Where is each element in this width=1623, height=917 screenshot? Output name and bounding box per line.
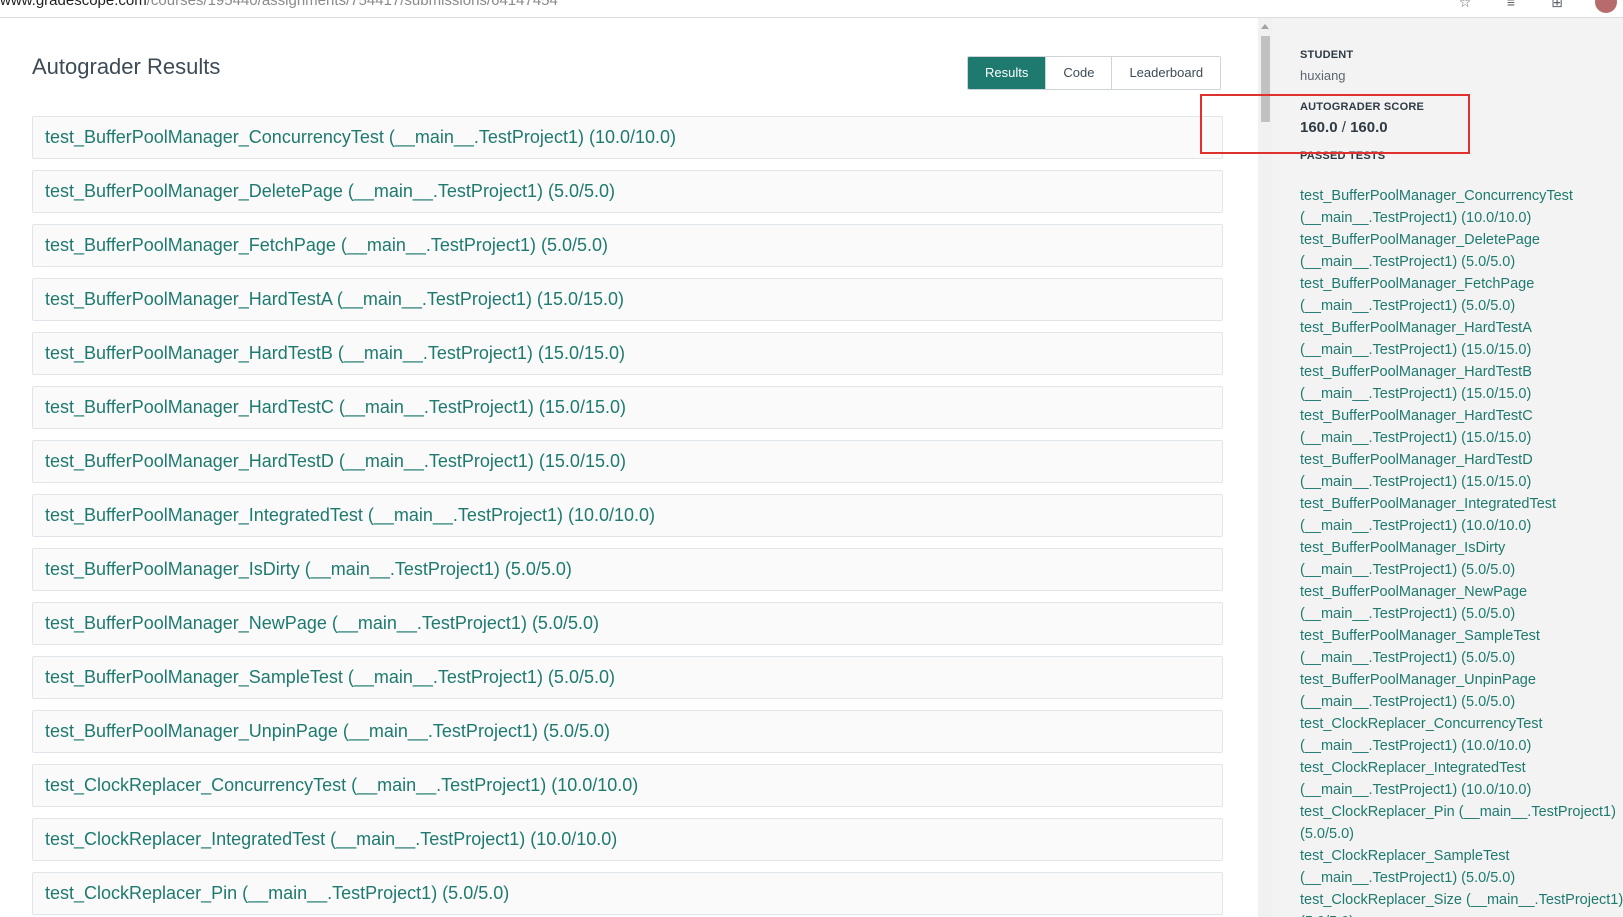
- reading-list-icon[interactable]: ≡: [1503, 0, 1519, 10]
- passed-test-link[interactable]: test_BufferPoolManager_SampleTest (__mai…: [1300, 625, 1623, 669]
- passed-test-link[interactable]: test_BufferPoolManager_NewPage (__main__…: [1300, 581, 1623, 625]
- view-tabs: Results Code Leaderboard: [967, 56, 1222, 90]
- test-result-row[interactable]: test_BufferPoolManager_ConcurrencyTest (…: [32, 116, 1223, 159]
- test-result-label: test_BufferPoolManager_HardTestA (__main…: [45, 289, 624, 309]
- passed-test-link[interactable]: test_BufferPoolManager_HardTestC (__main…: [1300, 405, 1623, 449]
- passed-test-link[interactable]: test_ClockReplacer_IntegratedTest (__mai…: [1300, 757, 1623, 801]
- passed-test-link[interactable]: test_BufferPoolManager_ConcurrencyTest (…: [1300, 185, 1623, 229]
- test-result-row[interactable]: test_BufferPoolManager_FetchPage (__main…: [32, 224, 1223, 267]
- main-content: Autograder Results Results Code Leaderbo…: [0, 18, 1260, 917]
- url-text[interactable]: www.gradescope.com/courses/195440/assign…: [0, 0, 558, 9]
- test-result-label: test_ClockReplacer_IntegratedTest (__mai…: [45, 829, 618, 849]
- passed-test-link[interactable]: test_ClockReplacer_Pin (__main__.TestPro…: [1300, 801, 1623, 845]
- test-result-row[interactable]: test_BufferPoolManager_NewPage (__main__…: [32, 602, 1223, 645]
- test-result-label: test_BufferPoolManager_DeletePage (__mai…: [45, 181, 615, 201]
- test-result-row[interactable]: test_ClockReplacer_Pin (__main__.TestPro…: [32, 872, 1223, 915]
- test-result-label: test_BufferPoolManager_IntegratedTest (_…: [45, 505, 656, 525]
- student-name: huxiang: [1300, 68, 1346, 83]
- passed-test-link[interactable]: test_ClockReplacer_SampleTest (__main__.…: [1300, 845, 1623, 889]
- tab-code[interactable]: Code: [1045, 57, 1112, 89]
- test-result-row[interactable]: test_BufferPoolManager_HardTestC (__main…: [32, 386, 1223, 429]
- passed-test-link[interactable]: test_BufferPoolManager_IntegratedTest (_…: [1300, 493, 1623, 537]
- test-result-label: test_BufferPoolManager_SampleTest (__mai…: [45, 667, 615, 687]
- test-result-row[interactable]: test_BufferPoolManager_DeletePage (__mai…: [32, 170, 1223, 213]
- star-add-icon[interactable]: ☆: [1457, 0, 1473, 10]
- url-domain: www.gradescope.com: [0, 0, 147, 9]
- passed-test-link[interactable]: test_ClockReplacer_Size (__main__.TestPr…: [1300, 889, 1623, 917]
- test-result-label: test_BufferPoolManager_HardTestC (__main…: [45, 397, 626, 417]
- passed-tests-list: test_BufferPoolManager_ConcurrencyTest (…: [1300, 185, 1623, 917]
- tab-leaderboard[interactable]: Leaderboard: [1111, 57, 1221, 89]
- test-result-label: test_BufferPoolManager_ConcurrencyTest (…: [45, 127, 677, 147]
- test-result-row[interactable]: test_BufferPoolManager_IsDirty (__main__…: [32, 548, 1223, 591]
- test-result-row[interactable]: test_BufferPoolManager_HardTestB (__main…: [32, 332, 1223, 375]
- passed-test-link[interactable]: test_BufferPoolManager_HardTestB (__main…: [1300, 361, 1623, 405]
- test-result-label: test_BufferPoolManager_NewPage (__main__…: [45, 613, 599, 633]
- student-label: STUDENT: [1300, 49, 1354, 61]
- collections-icon[interactable]: ⊞: [1549, 0, 1565, 10]
- test-result-row[interactable]: test_BufferPoolManager_HardTestD (__main…: [32, 440, 1223, 483]
- test-result-label: test_ClockReplacer_Pin (__main__.TestPro…: [45, 883, 510, 903]
- profile-avatar[interactable]: [1595, 0, 1617, 13]
- test-result-row[interactable]: test_BufferPoolManager_SampleTest (__mai…: [32, 656, 1223, 699]
- test-result-label: test_BufferPoolManager_UnpinPage (__main…: [45, 721, 610, 741]
- test-results-list: test_BufferPoolManager_ConcurrencyTest (…: [32, 116, 1223, 917]
- test-result-label: test_BufferPoolManager_HardTestB (__main…: [45, 343, 625, 363]
- test-result-row[interactable]: test_BufferPoolManager_IntegratedTest (_…: [32, 494, 1223, 537]
- score-highlight-box: [1200, 94, 1470, 154]
- test-result-label: test_BufferPoolManager_HardTestD (__main…: [45, 451, 626, 471]
- passed-test-link[interactable]: test_ClockReplacer_ConcurrencyTest (__ma…: [1300, 713, 1623, 757]
- url-path: /courses/195440/assignments/754417/submi…: [146, 0, 558, 9]
- scroll-up-arrow-icon[interactable]: [1261, 24, 1269, 29]
- page-title: Autograder Results: [32, 54, 221, 79]
- passed-test-link[interactable]: test_BufferPoolManager_IsDirty (__main__…: [1300, 537, 1623, 581]
- test-result-label: test_ClockReplacer_ConcurrencyTest (__ma…: [45, 775, 639, 795]
- tab-results[interactable]: Results: [968, 57, 1046, 89]
- passed-test-link[interactable]: test_BufferPoolManager_HardTestA (__main…: [1300, 317, 1623, 361]
- test-result-row[interactable]: test_BufferPoolManager_HardTestA (__main…: [32, 278, 1223, 321]
- browser-address-bar[interactable]: www.gradescope.com/courses/195440/assign…: [0, 0, 1623, 18]
- test-result-row[interactable]: test_ClockReplacer_IntegratedTest (__mai…: [32, 818, 1223, 861]
- test-result-row[interactable]: test_BufferPoolManager_UnpinPage (__main…: [32, 710, 1223, 753]
- test-result-label: test_BufferPoolManager_FetchPage (__main…: [45, 235, 608, 255]
- test-result-label: test_BufferPoolManager_IsDirty (__main__…: [45, 559, 572, 579]
- passed-test-link[interactable]: test_BufferPoolManager_DeletePage (__mai…: [1300, 229, 1623, 273]
- passed-test-link[interactable]: test_BufferPoolManager_FetchPage (__main…: [1300, 273, 1623, 317]
- browser-toolbar-icons: ☆ ≡ ⊞: [1457, 0, 1623, 13]
- test-result-row[interactable]: test_ClockReplacer_ConcurrencyTest (__ma…: [32, 764, 1223, 807]
- passed-test-link[interactable]: test_BufferPoolManager_UnpinPage (__main…: [1300, 669, 1623, 713]
- passed-test-link[interactable]: test_BufferPoolManager_HardTestD (__main…: [1300, 449, 1623, 493]
